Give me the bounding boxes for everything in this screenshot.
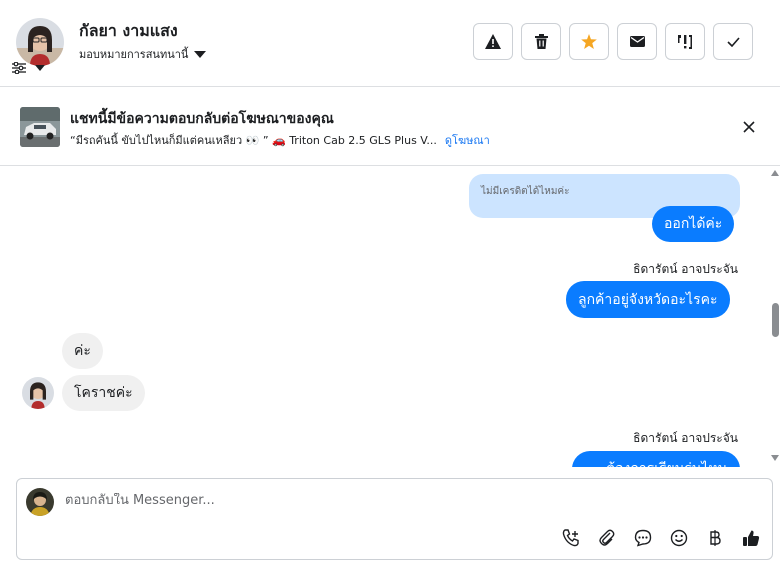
- trash-icon: [534, 34, 548, 49]
- close-banner-button[interactable]: [738, 116, 760, 138]
- saved-replies-button[interactable]: [632, 527, 654, 549]
- star-icon: [581, 34, 597, 49]
- thread-scrollbar[interactable]: [770, 167, 780, 467]
- delete-button[interactable]: [521, 23, 561, 60]
- call-button[interactable]: [560, 527, 582, 549]
- sender-name: ธิดารัตน์ อาจประจัน: [633, 262, 738, 276]
- paperclip-icon: [599, 529, 615, 546]
- baht-icon: [710, 530, 721, 546]
- assign-conversation-dropdown[interactable]: มอบหมายการสนทนานี้: [79, 45, 207, 63]
- conversation-header: กัลยา งามแสง มอบหมายการสนทนานี้: [0, 0, 780, 87]
- ad-reply-banner: แชทนี้มีข้อความตอบกลับต่อโฆษณาของคุณ “มี…: [0, 88, 780, 166]
- message-bubble-outgoing[interactable]: ต้องการเรียนรุ่นไหน: [572, 451, 740, 467]
- close-icon: [743, 121, 755, 133]
- assign-label: มอบหมายการสนทนานี้: [79, 48, 189, 61]
- message-bubble-outgoing[interactable]: ลูกค้าอยู่จังหวัดอะไรคะ: [566, 281, 730, 318]
- message-bubble-outgoing[interactable]: ออกได้ค่ะ: [652, 206, 735, 242]
- envelope-icon: [629, 36, 645, 47]
- scroll-down-arrow[interactable]: [771, 455, 779, 461]
- conversation-actions: [473, 23, 753, 60]
- follow-up-icon: [678, 34, 692, 49]
- page-avatar: [26, 488, 54, 516]
- ad-banner-subtitle: “มีรถคันนี้ ขับไปไหนก็มีแต่คนเหลียว 👀 ” …: [70, 131, 490, 149]
- contact-name[interactable]: กัลยา งามแสง: [79, 19, 178, 44]
- filter-dropdown[interactable]: [12, 62, 45, 74]
- ad-thumbnail[interactable]: [20, 107, 60, 147]
- emoji-button[interactable]: [668, 527, 690, 549]
- message-thread[interactable]: ไม่มีเครดิตได้ไหมค่ะ ออกได้ค่ะ ธิดารัตน์…: [0, 167, 780, 467]
- contact-avatar[interactable]: [16, 18, 64, 66]
- reply-input[interactable]: [65, 493, 715, 508]
- ad-banner-title: แชทนี้มีข้อความตอบกลับต่อโฆษณาของคุณ: [70, 111, 334, 127]
- emoji-icon: [670, 529, 688, 547]
- check-icon: [726, 36, 740, 47]
- phone-add-icon: [562, 529, 579, 547]
- chevron-down-icon: [35, 65, 45, 71]
- sliders-icon: [12, 62, 26, 74]
- mark-unread-button[interactable]: [617, 23, 657, 60]
- messenger-conversation: กัลยา งามแสง มอบหมายการสนทนานี้ แชทนี้มี…: [0, 0, 780, 570]
- saved-reply-icon: [634, 529, 652, 547]
- mark-done-button[interactable]: [713, 23, 753, 60]
- payment-button[interactable]: [704, 527, 726, 549]
- contact-avatar-small: [22, 377, 54, 409]
- attach-button[interactable]: [596, 527, 618, 549]
- message-bubble-incoming[interactable]: ค่ะ: [62, 333, 103, 369]
- scroll-up-arrow[interactable]: [771, 170, 779, 176]
- thumbs-up-icon: [743, 530, 760, 546]
- reply-composer: [16, 478, 773, 560]
- message-bubble-incoming[interactable]: โคราชค่ะ: [62, 375, 145, 411]
- composer-toolbar: [560, 527, 762, 549]
- send-like-button[interactable]: [740, 527, 762, 549]
- chevron-down-icon: [194, 50, 207, 58]
- ad-caption: “มีรถคันนี้ ขับไปไหนก็มีแต่คนเหลียว 👀 ” …: [70, 134, 437, 147]
- report-button[interactable]: [473, 23, 513, 60]
- follow-up-button[interactable]: [665, 23, 705, 60]
- scrollbar-thumb[interactable]: [772, 303, 779, 337]
- view-ad-link[interactable]: ดูโฆษณา: [445, 131, 490, 149]
- warning-icon: [485, 34, 501, 49]
- sender-name: ธิดารัตน์ อาจประจัน: [633, 431, 738, 445]
- star-button[interactable]: [569, 23, 609, 60]
